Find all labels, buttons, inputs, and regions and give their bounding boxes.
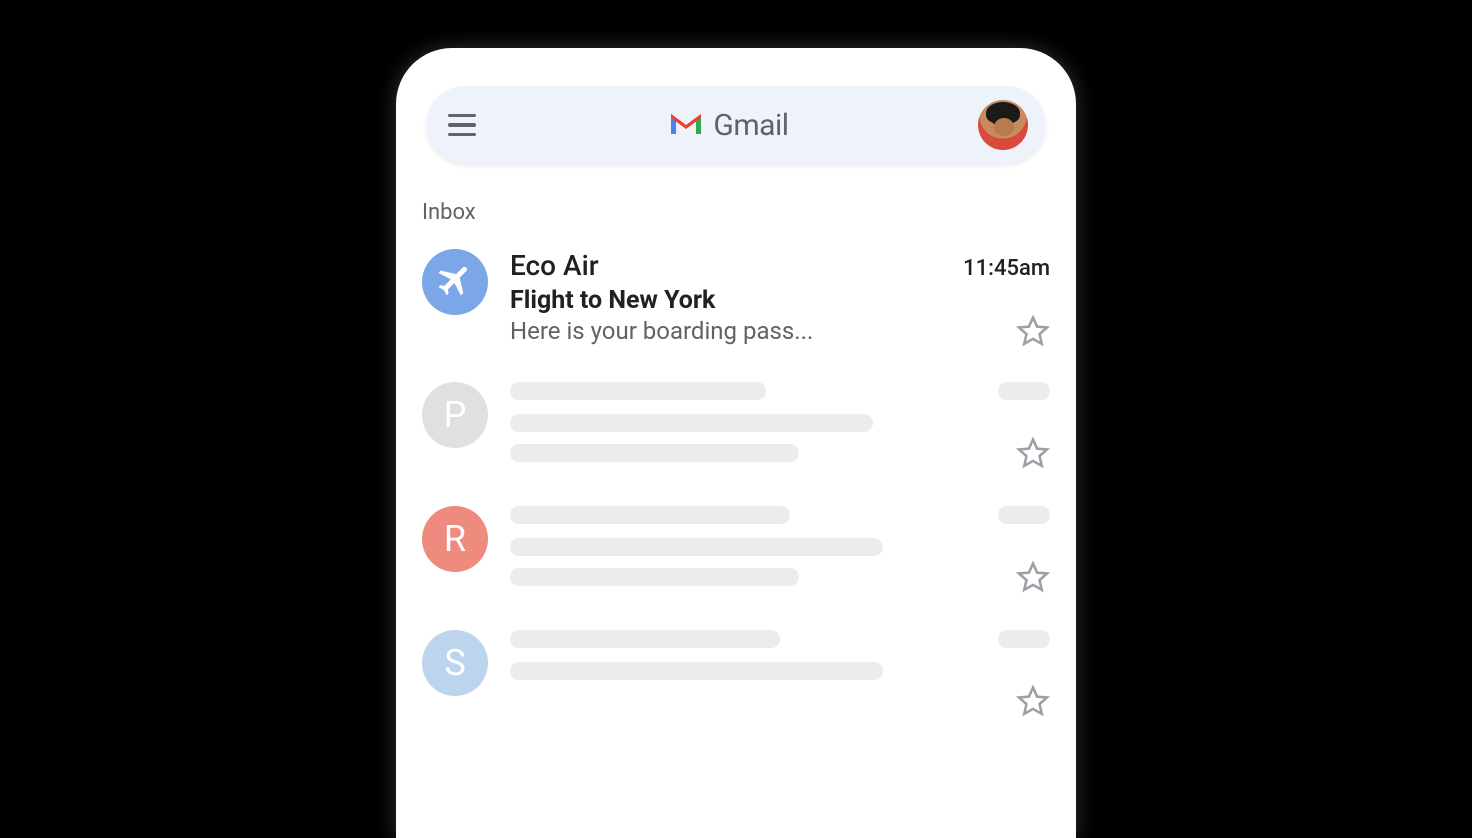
email-row-placeholder[interactable]: R [416,500,1056,624]
email-content: Eco Air 11:45am Flight to New York Here … [510,249,1050,348]
sender-avatar[interactable]: R [422,506,488,572]
inbox-section-label: Inbox [422,200,1056,225]
placeholder-line [510,444,799,462]
placeholder-line [510,630,780,648]
email-snippet: Here is your boarding pass... [510,317,1006,345]
placeholder-line [998,506,1050,524]
menu-icon[interactable] [448,109,480,141]
phone-frame: Gmail Inbox Eco Air 11:45am Flight to Ne… [396,48,1076,838]
placeholder-line [510,414,873,432]
placeholder-line [510,568,799,586]
airplane-icon [435,260,475,304]
email-sender: Eco Air [510,249,599,282]
placeholder-line [510,662,883,680]
avatar-letter: P [444,394,467,436]
sender-avatar[interactable]: S [422,630,488,696]
email-row[interactable]: Eco Air 11:45am Flight to New York Here … [416,239,1056,376]
star-icon[interactable] [1016,560,1050,594]
account-avatar[interactable] [978,100,1028,150]
gmail-logo-icon [669,110,703,140]
brand-label: Gmail [713,108,788,143]
app-brand: Gmail [480,108,978,143]
avatar-letter: S [444,642,465,684]
star-icon[interactable] [1016,436,1050,470]
email-time: 11:45am [963,256,1050,281]
email-row-placeholder[interactable]: P [416,376,1056,500]
email-subject: Flight to New York [510,286,1006,315]
sender-avatar[interactable]: P [422,382,488,448]
star-icon[interactable] [1016,314,1050,348]
placeholder-line [998,382,1050,400]
placeholder-line [510,538,883,556]
avatar-letter: R [444,518,466,560]
sender-avatar[interactable] [422,249,488,315]
star-icon[interactable] [1016,684,1050,718]
email-row-placeholder[interactable]: S [416,624,1056,748]
placeholder-line [998,630,1050,648]
placeholder-line [510,382,766,400]
search-bar[interactable]: Gmail [426,86,1046,164]
placeholder-line [510,506,790,524]
